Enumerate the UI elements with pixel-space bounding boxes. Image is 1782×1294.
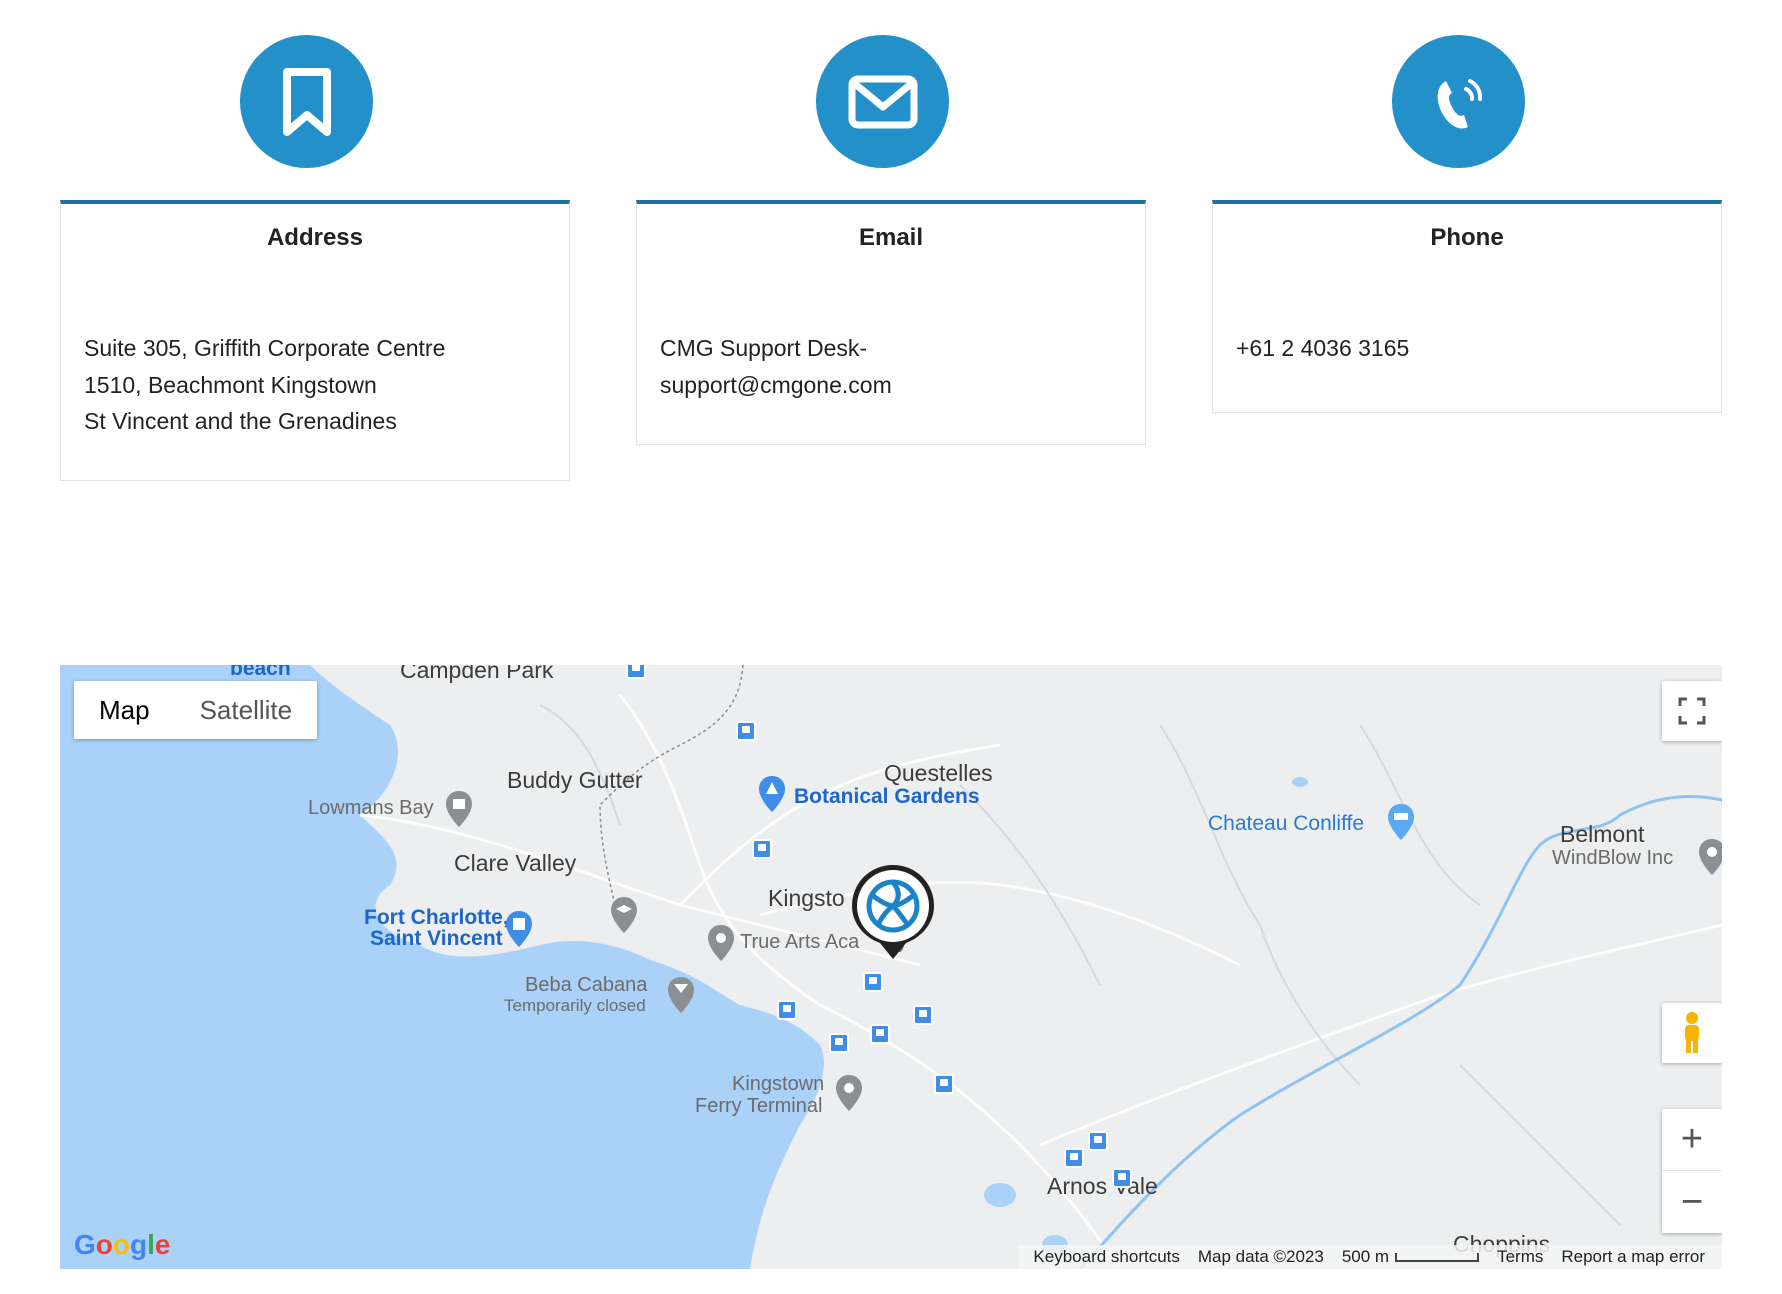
bus-stop-icon[interactable] xyxy=(1064,1148,1084,1168)
bus-stop-icon[interactable] xyxy=(870,1024,890,1044)
fullscreen-icon xyxy=(1678,697,1706,725)
street-view-pegman-button[interactable] xyxy=(1662,1003,1722,1063)
scale-bar xyxy=(1395,1253,1480,1263)
phone-body: +61 2 4036 3165 xyxy=(1213,272,1721,412)
bus-stop-icon[interactable] xyxy=(777,1000,797,1020)
phone-card: Phone +61 2 4036 3165 xyxy=(1212,200,1722,413)
map-data-attribution: Map data ©2023 xyxy=(1197,1247,1324,1266)
map-label-beba-cabana[interactable]: Beba Cabana xyxy=(525,974,647,997)
map-label-belmont[interactable]: Belmont xyxy=(1560,821,1644,848)
phone-icon xyxy=(1392,35,1525,168)
report-map-error-link[interactable]: Report a map error xyxy=(1561,1247,1705,1267)
map-label-fort-charlotte-line: Saint Vincent xyxy=(370,927,503,950)
map-label-campden-park[interactable]: Campden Park xyxy=(400,665,553,684)
zoom-in-button[interactable]: + xyxy=(1662,1109,1722,1171)
email-body: CMG Support Desk- support@cmgone.com xyxy=(637,272,1145,444)
map-label-chateau-conliffe[interactable]: Chateau Conliffe xyxy=(1208,812,1364,836)
keyboard-shortcuts-link[interactable]: Keyboard shortcuts xyxy=(1033,1247,1179,1267)
map-label-buddy-gutter[interactable]: Buddy Gutter xyxy=(507,767,643,794)
bus-stop-icon[interactable] xyxy=(913,1005,933,1025)
map-type-satellite-button[interactable]: Satellite xyxy=(175,681,318,739)
phone-number[interactable]: +61 2 4036 3165 xyxy=(1236,330,1698,367)
landmark-pin-icon[interactable] xyxy=(444,789,474,829)
tree-pin-icon[interactable] xyxy=(757,774,787,814)
scale-label: 500 m xyxy=(1341,1247,1390,1266)
map-label-kingstown[interactable]: Kingsto xyxy=(768,885,845,912)
zoom-out-button[interactable]: − xyxy=(1662,1171,1722,1233)
map-type-control: Map Satellite xyxy=(74,681,318,739)
map-label-true-arts-text: True Arts Aca xyxy=(740,931,860,953)
bus-stop-icon[interactable] xyxy=(934,1074,954,1094)
address-card: Address Suite 305, Griffith Corporate Ce… xyxy=(60,200,570,481)
bus-stop-icon[interactable] xyxy=(736,721,756,741)
address-body: Suite 305, Griffith Corporate Centre 151… xyxy=(61,272,569,480)
map-label-temporarily-closed: Temporarily closed xyxy=(504,996,646,1015)
email-title: Email xyxy=(858,224,924,251)
email-address[interactable]: support@cmgone.com xyxy=(660,367,1122,404)
bar-pin-icon[interactable] xyxy=(666,975,696,1015)
map-type-map-button[interactable]: Map xyxy=(74,681,175,739)
address-line: Suite 305, Griffith Corporate Centre xyxy=(84,335,446,361)
fort-pin-icon[interactable] xyxy=(504,909,534,949)
bus-stop-icon[interactable] xyxy=(863,972,883,992)
pegman-icon xyxy=(1685,1012,1699,1053)
business-pin-icon[interactable] xyxy=(1697,837,1722,877)
fullscreen-button[interactable] xyxy=(1662,681,1722,741)
google-map[interactable]: beach Campden Park Buddy Gutter Questell… xyxy=(60,665,1722,1269)
address-title: Address xyxy=(266,224,364,251)
map-label-clare-valley[interactable]: Clare Valley xyxy=(454,850,576,877)
bus-stop-icon[interactable] xyxy=(1112,1168,1132,1188)
map-label-botanical-gardens[interactable]: Botanical Gardens xyxy=(794,785,980,809)
map-label-fort-charlotte-line: Fort Charlotte, xyxy=(364,906,509,929)
map-terrain xyxy=(60,665,1722,1269)
school-pin-icon[interactable] xyxy=(609,895,639,935)
email-card: Email CMG Support Desk- support@cmgone.c… xyxy=(636,200,1146,445)
bookmark-icon xyxy=(240,35,373,168)
map-label-lowmans-bay[interactable]: Lowmans Bay xyxy=(308,797,434,820)
map-footer: Keyboard shortcuts Map data ©2023 500 m … xyxy=(1018,1245,1722,1269)
phone-title: Phone xyxy=(1430,224,1504,251)
address-line: 1510, Beachmont Kingstown xyxy=(84,371,377,398)
scale-indicator[interactable]: 500 m xyxy=(1341,1247,1480,1267)
email-line: CMG Support Desk- xyxy=(660,335,868,361)
terms-link[interactable]: Terms xyxy=(1497,1247,1543,1267)
map-label-beach[interactable]: beach xyxy=(230,665,291,681)
company-logo-marker-icon[interactable] xyxy=(848,861,938,961)
map-label-windblow[interactable]: WindBlow Inc xyxy=(1552,847,1673,870)
map-label-fort-charlotte[interactable]: Fort Charlotte, Saint Vincent xyxy=(364,907,509,949)
bus-stop-icon[interactable] xyxy=(752,839,772,859)
map-label-arnos-vale[interactable]: Arnos Vale xyxy=(1047,1173,1158,1200)
google-logo: Google xyxy=(74,1229,171,1260)
place-pin-icon[interactable] xyxy=(706,923,736,963)
hotel-pin-icon[interactable] xyxy=(1386,802,1416,842)
bus-stop-icon[interactable] xyxy=(829,1033,849,1053)
zoom-control: + − xyxy=(1662,1109,1722,1233)
address-line: St Vincent and the Grenadines xyxy=(84,408,397,434)
bus-stop-icon[interactable] xyxy=(626,665,646,679)
map-label-questelles[interactable]: Questelles xyxy=(884,760,993,787)
ferry-pin-icon[interactable] xyxy=(834,1073,864,1113)
map-label-ferry-terminal[interactable]: Ferry Terminal xyxy=(695,1095,822,1118)
bus-stop-icon[interactable] xyxy=(1088,1131,1108,1151)
envelope-icon xyxy=(816,35,949,168)
map-label-kingstown-ferry[interactable]: Kingstown xyxy=(732,1073,824,1096)
